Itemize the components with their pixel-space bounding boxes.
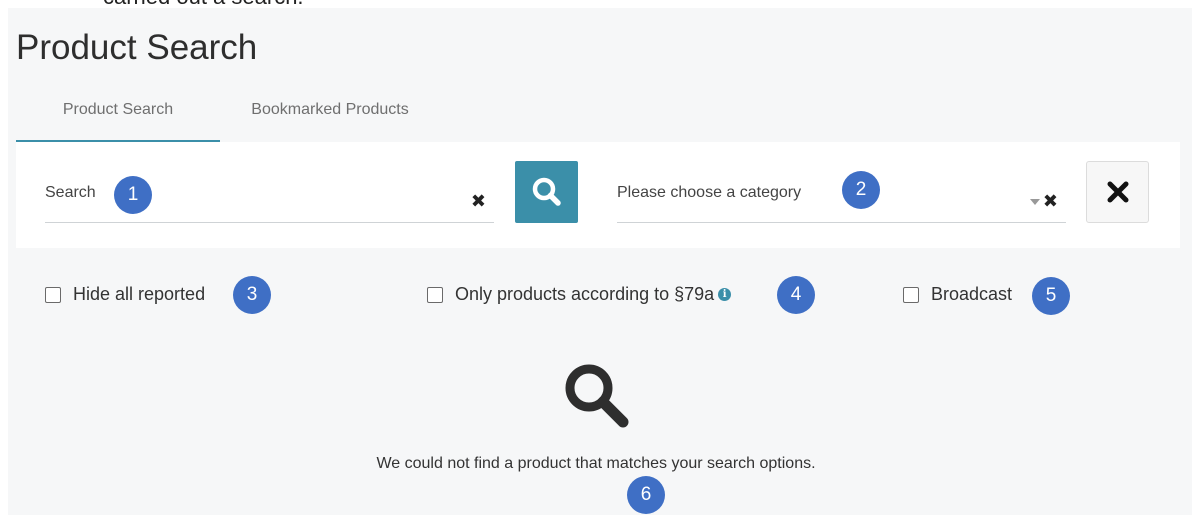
annotation-badge-6: 6 — [627, 476, 665, 514]
annotation-badge-1: 1 — [114, 176, 152, 214]
filter-label: Broadcast — [931, 284, 1013, 304]
checkbox[interactable] — [427, 286, 443, 303]
page-title: Product Search — [16, 28, 258, 67]
empty-state-message: We could not find a product that matches… — [376, 455, 816, 472]
filter-label: Only products according to §79a — [455, 284, 715, 304]
checkbox[interactable] — [903, 286, 919, 303]
reset-button[interactable] — [1086, 161, 1149, 223]
filter-only-79a[interactable]: Only products according to §79a i — [427, 284, 732, 305]
close-x-icon — [1107, 181, 1128, 203]
close-x-icon[interactable]: ✖ — [471, 192, 486, 210]
annotation-badge-3: 3 — [233, 276, 271, 314]
caret-down-icon[interactable] — [1030, 199, 1040, 205]
filter-broadcast[interactable]: Broadcast — [903, 284, 1012, 305]
search-button[interactable] — [515, 161, 578, 223]
filter-label: Hide all reported — [73, 284, 206, 304]
search-input[interactable]: Search ✖ — [45, 170, 494, 223]
tab-product-search[interactable]: Product Search — [16, 88, 220, 142]
annotation-badge-2: 2 — [842, 171, 880, 209]
annotation-badge-5: 5 — [1032, 277, 1070, 315]
tab-bookmarked-products[interactable]: Bookmarked Products — [220, 88, 440, 140]
search-bar: Search ✖ 1 Please choose a category ✖ 2 — [16, 142, 1180, 248]
magnifier-icon — [532, 177, 561, 206]
filter-hide-reported[interactable]: Hide all reported — [45, 284, 205, 305]
category-placeholder: Please choose a category — [617, 184, 802, 201]
tab-bar: Product Search Bookmarked Products — [16, 88, 446, 142]
close-x-icon[interactable]: ✖ — [1043, 192, 1058, 210]
category-select[interactable]: Please choose a category ✖ — [617, 170, 1066, 223]
magnifier-icon — [565, 364, 629, 428]
main-panel — [8, 8, 1192, 515]
search-label: Search — [45, 184, 96, 201]
info-circle-icon[interactable]: i — [718, 288, 732, 301]
checkbox[interactable] — [45, 286, 61, 303]
annotation-badge-4: 4 — [777, 276, 815, 314]
